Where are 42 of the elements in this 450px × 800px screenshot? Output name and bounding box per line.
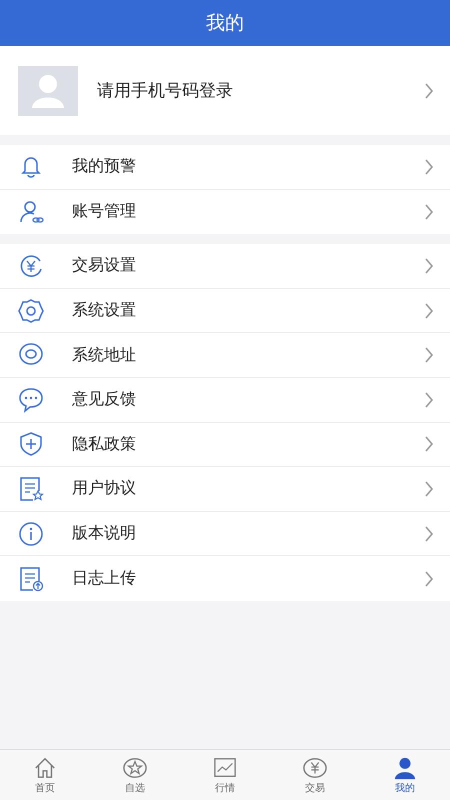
- chevron-icon: [424, 570, 434, 587]
- document-icon: [18, 476, 44, 502]
- shield-icon: [18, 431, 44, 458]
- chevron-icon: [424, 392, 434, 408]
- menu-item[interactable]: 日志上传: [0, 556, 450, 601]
- menu-item[interactable]: 意见反馈: [0, 378, 450, 423]
- menu-item[interactable]: 版本说明: [0, 512, 450, 556]
- chevron-icon: [424, 204, 434, 220]
- chevron-icon: [424, 258, 434, 274]
- tab[interactable]: 自选: [90, 750, 180, 800]
- home-icon: [33, 756, 57, 780]
- menu-item[interactable]: 交易设置: [0, 244, 450, 289]
- info-icon: [18, 520, 44, 547]
- avatar-icon: [18, 66, 78, 116]
- chevron-icon: [424, 82, 434, 98]
- chat-icon: [18, 386, 44, 413]
- menu-item[interactable]: 隐私政策: [0, 422, 450, 468]
- menu-item[interactable]: 系统设置: [0, 288, 450, 334]
- user-icon: [18, 198, 44, 225]
- menu-item[interactable]: 系统地址: [0, 333, 450, 378]
- chevron-icon: [424, 302, 434, 319]
- chevron-icon: [424, 436, 434, 452]
- page-title: 我的: [206, 11, 244, 36]
- tab[interactable]: 交易: [270, 750, 360, 800]
- chevron-icon: [424, 526, 434, 542]
- tab[interactable]: 我的: [360, 750, 450, 800]
- login-row[interactable]: 请用手机号码登录: [0, 46, 450, 135]
- login-prompt: 请用手机号码登录: [97, 80, 234, 102]
- chevron-icon: [424, 347, 434, 364]
- menu-item[interactable]: 账号管理: [0, 190, 450, 234]
- yen-icon: [18, 252, 44, 279]
- tab[interactable]: 首页: [0, 750, 90, 800]
- chevron-icon: [424, 158, 434, 175]
- menu-item[interactable]: 用户协议: [0, 467, 450, 512]
- user-icon: [393, 756, 417, 780]
- menu-item[interactable]: 我的预警: [0, 145, 450, 190]
- yen-icon: [303, 756, 327, 780]
- document-upload-icon: [18, 566, 44, 592]
- settings-icon: [18, 298, 44, 324]
- chart-icon: [213, 756, 237, 780]
- tab[interactable]: 行情: [180, 750, 270, 800]
- chevron-icon: [424, 480, 434, 497]
